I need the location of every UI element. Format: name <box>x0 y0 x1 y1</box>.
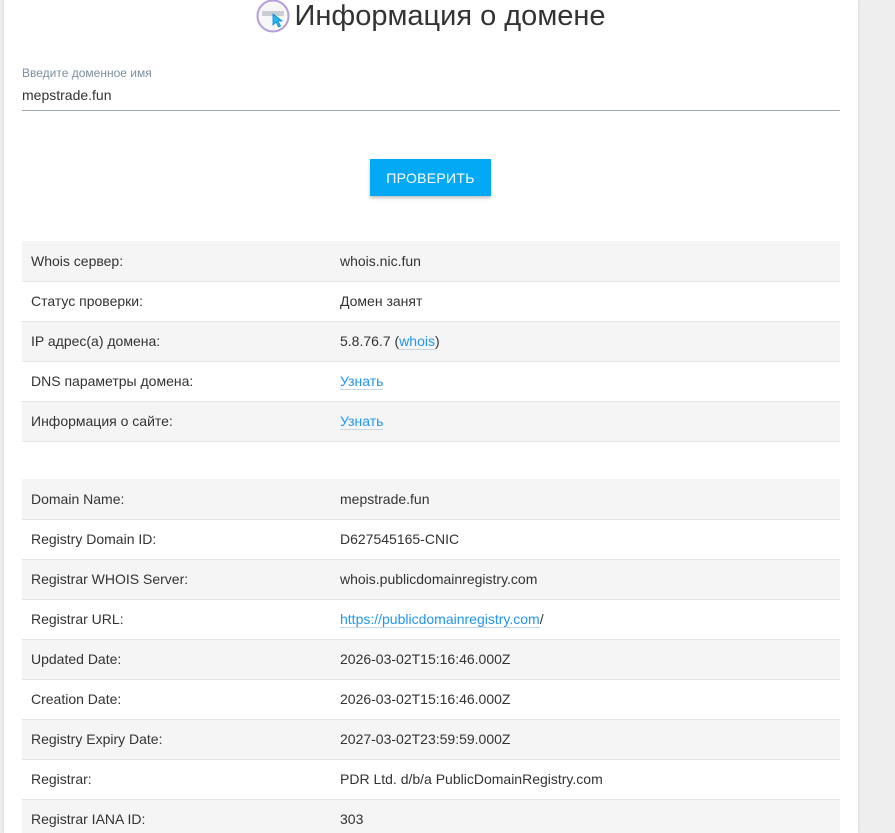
table-row: Registrar WHOIS Server: whois.publicdoma… <box>22 559 840 600</box>
row-value: whois.publicdomainregistry.com <box>331 559 840 600</box>
table-row: DNS параметры домена: Узнать <box>22 361 840 402</box>
row-value: 2026-03-02T15:16:46.000Z <box>331 679 840 720</box>
table-row: Registry Expiry Date: 2027-03-02T23:59:5… <box>22 719 840 760</box>
row-value: https://publicdomainregistry.com/ <box>331 599 840 640</box>
row-value: Домен занят <box>331 281 840 322</box>
row-key: Информация о сайте: <box>22 401 331 442</box>
row-key: Статус проверки: <box>22 281 331 322</box>
table-row: Registrar URL: https://publicdomainregis… <box>22 599 840 640</box>
row-key: Registrar: <box>22 759 331 800</box>
ip-close-paren: ) <box>434 333 440 349</box>
table-row: IP адрес(а) домена: 5.8.76.7 (whois) <box>22 321 840 362</box>
row-value: 2026-03-02T15:16:46.000Z <box>331 639 840 680</box>
table-row: Registry Domain ID: D627545165-CNIC <box>22 519 840 560</box>
page-header: Информация о домене <box>4 0 858 40</box>
ip-address: 5.8.76.7 <box>340 333 391 349</box>
row-key: Domain Name: <box>22 479 331 520</box>
row-value: 5.8.76.7 (whois) <box>331 321 840 362</box>
row-value: PDR Ltd. d/b/a PublicDomainRegistry.com <box>331 759 840 800</box>
table-row: Информация о сайте: Узнать <box>22 401 840 442</box>
dns-lookup-link[interactable]: Узнать <box>340 373 384 390</box>
row-value: 303 <box>331 799 840 833</box>
whois-table: Domain Name: mepstrade.fun Registry Doma… <box>22 479 840 833</box>
table-row: Domain Name: mepstrade.fun <box>22 479 840 520</box>
row-key: Whois сервер: <box>22 241 331 282</box>
row-key: Updated Date: <box>22 639 331 680</box>
domain-input-label: Введите доменное имя <box>22 66 152 80</box>
row-value: mepstrade.fun <box>331 479 840 520</box>
check-button[interactable]: Проверить <box>370 159 491 196</box>
row-value: D627545165-CNIC <box>331 519 840 560</box>
table-row: Updated Date: 2026-03-02T15:16:46.000Z <box>22 639 840 680</box>
site-info-link[interactable]: Узнать <box>340 413 384 430</box>
table-row: Creation Date: 2026-03-02T15:16:46.000Z <box>22 679 840 720</box>
domain-search-icon <box>256 0 290 33</box>
summary-table: Whois сервер: whois.nic.fun Статус прове… <box>22 241 840 442</box>
row-value: Узнать <box>331 401 840 442</box>
row-key: Registrar IANA ID: <box>22 799 331 833</box>
row-key: Registry Domain ID: <box>22 519 331 560</box>
row-value: Узнать <box>331 361 840 402</box>
registrar-url-suffix: / <box>539 611 544 627</box>
main-card: Информация о домене Введите доменное имя… <box>4 0 858 833</box>
page-title: Информация о домене <box>294 0 606 32</box>
ip-open-paren: ( <box>390 333 400 349</box>
row-key: Registrar WHOIS Server: <box>22 559 331 600</box>
table-row: Статус проверки: Домен занят <box>22 281 840 322</box>
row-key: Registrar URL: <box>22 599 331 640</box>
row-key: Creation Date: <box>22 679 331 720</box>
ip-whois-link[interactable]: whois <box>399 333 435 350</box>
domain-input[interactable] <box>22 85 840 111</box>
table-row: Registrar: PDR Ltd. d/b/a PublicDomainRe… <box>22 759 840 800</box>
table-row: Registrar IANA ID: 303 <box>22 799 840 833</box>
row-key: Registry Expiry Date: <box>22 719 331 760</box>
table-row: Whois сервер: whois.nic.fun <box>22 241 840 282</box>
registrar-url-link[interactable]: https://publicdomainregistry.com <box>340 611 540 628</box>
row-key: IP адрес(а) домена: <box>22 321 331 362</box>
domain-field: Введите доменное имя <box>22 66 840 111</box>
row-key: DNS параметры домена: <box>22 361 331 402</box>
row-value: 2027-03-02T23:59:59.000Z <box>331 719 840 760</box>
row-value: whois.nic.fun <box>331 241 840 282</box>
